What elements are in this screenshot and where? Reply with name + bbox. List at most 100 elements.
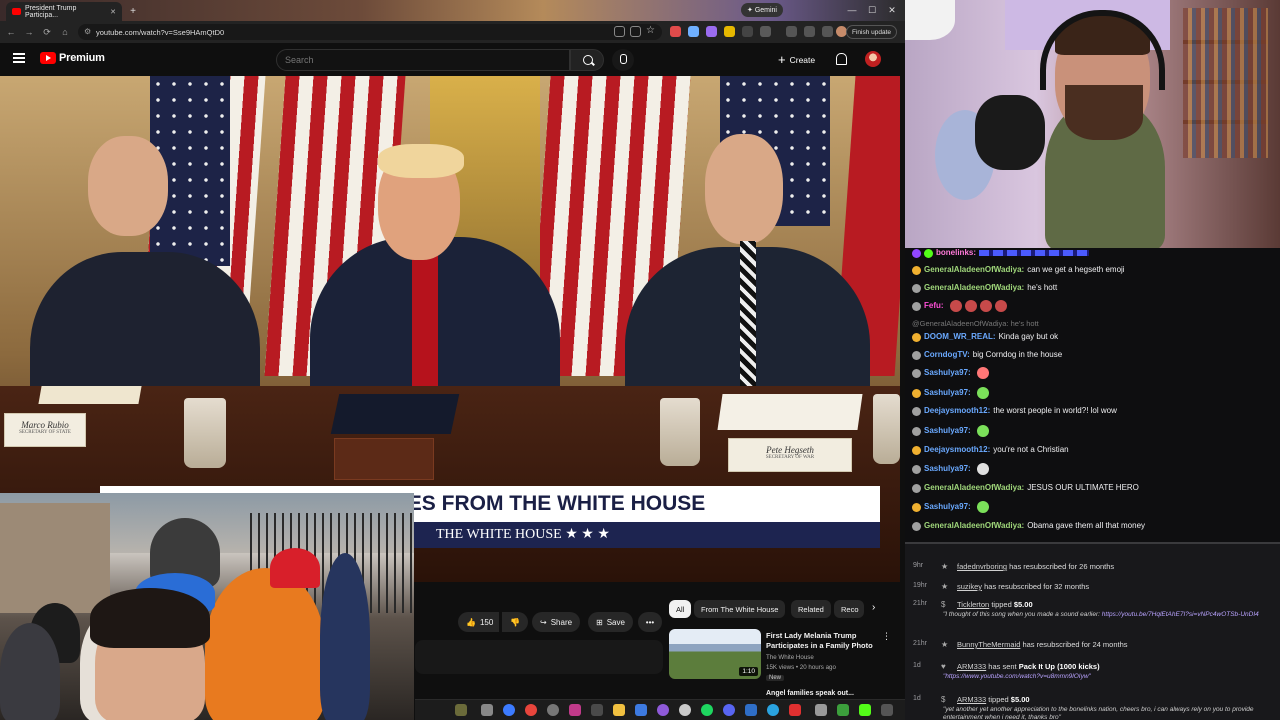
zoom-icon[interactable] xyxy=(614,26,625,37)
extensions-puzzle-icon[interactable] xyxy=(760,26,771,37)
extension-5-icon[interactable] xyxy=(742,26,753,37)
search-button[interactable] xyxy=(570,49,604,71)
chip-related[interactable]: Related xyxy=(791,600,831,618)
taskbar-app-icon[interactable] xyxy=(789,704,801,716)
kick-icon[interactable] xyxy=(859,704,871,716)
spotify-icon[interactable] xyxy=(701,704,713,716)
notifications-bell-icon[interactable] xyxy=(836,53,847,65)
chip-from-white-house[interactable]: From The White House xyxy=(694,600,786,618)
extension-3-icon[interactable] xyxy=(706,26,717,37)
alert-username[interactable]: BunnyTheMermaid xyxy=(957,640,1020,649)
taskbar-app-icon[interactable] xyxy=(503,704,515,716)
chat-username[interactable]: GeneralAladeenOfWadiya: xyxy=(924,520,1024,532)
more-actions-button[interactable]: ••• xyxy=(638,612,662,632)
downloads-icon[interactable] xyxy=(804,26,815,37)
forward-icon[interactable]: → xyxy=(22,27,36,37)
taskbar-app-icon[interactable] xyxy=(455,704,467,716)
create-button[interactable]: + Create xyxy=(778,51,815,68)
chat-username[interactable]: DOOM_WR_REAL: xyxy=(924,331,996,343)
taskbar-app-icon[interactable] xyxy=(569,704,581,716)
site-info-icon[interactable]: ⚙ xyxy=(84,27,91,36)
description-box[interactable] xyxy=(415,640,663,674)
taskbar-app-icon[interactable] xyxy=(881,704,893,716)
taskbar-app-icon[interactable] xyxy=(837,704,849,716)
alert-text: suzikey has resubscribed for 32 months xyxy=(957,582,1089,591)
chip-all[interactable]: All xyxy=(669,600,692,618)
new-tab-button[interactable]: + xyxy=(126,2,140,21)
chat-username[interactable]: Sashulya97: xyxy=(924,387,971,399)
taskbar-app-icon[interactable] xyxy=(815,704,827,716)
reload-icon[interactable]: ⟳ xyxy=(40,27,54,38)
taskbar-app-icon[interactable] xyxy=(745,704,757,716)
alert-message: "I thought of this song when you made a … xyxy=(943,611,1273,619)
voice-search-mic-icon[interactable] xyxy=(612,49,634,71)
alert-username[interactable]: ARM333 xyxy=(957,662,986,671)
save-button[interactable]: ⊞ Save xyxy=(588,612,633,632)
chat-username[interactable]: Sashulya97: xyxy=(924,425,971,437)
taskbar-app-icon[interactable] xyxy=(547,704,559,716)
taskbar-app-icon[interactable] xyxy=(635,704,647,716)
red-hat xyxy=(270,548,320,588)
alert-link[interactable]: "https://www.youtube.com/watch?v=u8mmn9l… xyxy=(943,673,1091,680)
minimize-icon[interactable]: — xyxy=(845,3,859,17)
recommendation-channel[interactable]: The White House xyxy=(766,654,814,661)
alert-username[interactable]: Ticklerton xyxy=(957,600,989,609)
chat-username[interactable]: Sashulya97: xyxy=(924,367,971,379)
chat-username[interactable]: CorndogTV: xyxy=(924,349,970,361)
tab-youtube[interactable]: President Trump Participa... ✕ xyxy=(6,2,122,21)
like-button[interactable]: 👍 150 xyxy=(458,612,500,632)
taskbar-app-icon[interactable] xyxy=(591,704,603,716)
chrome-taskbar-icon[interactable] xyxy=(525,704,537,716)
emote-icon xyxy=(976,387,989,399)
chat-username[interactable]: GeneralAladeenOfWadiya: xyxy=(924,282,1024,294)
cast-icon[interactable] xyxy=(630,26,641,37)
share-button[interactable]: ↪ Share xyxy=(532,612,581,632)
chat-message: Sashulya97: xyxy=(912,387,1272,399)
taskbar-app-icon[interactable] xyxy=(481,704,493,716)
chip-recommended[interactable]: Reco xyxy=(834,600,864,618)
recommendation-thumbnail[interactable]: 1:10 xyxy=(669,629,761,679)
home-icon[interactable]: ⌂ xyxy=(58,27,72,37)
tab-search-icon[interactable] xyxy=(822,26,833,37)
gemini-button[interactable]: ✦ Gemini xyxy=(741,3,783,17)
chat-username[interactable]: Fefu: xyxy=(924,300,944,312)
chat-username[interactable]: Deejaysmooth12: xyxy=(924,405,990,417)
close-tab-icon[interactable]: ✕ xyxy=(110,8,116,16)
maximize-icon[interactable]: ☐ xyxy=(865,3,879,17)
recommendation-title[interactable]: First Lady Melania Trump Participates in … xyxy=(766,631,884,651)
chat-username[interactable]: GeneralAladeenOfWadiya: xyxy=(924,264,1024,276)
extension-4-icon[interactable] xyxy=(724,26,735,37)
kicks-icon: ♥ xyxy=(941,662,946,671)
chat-username[interactable]: Sashulya97: xyxy=(924,501,971,513)
sidepanel-icon[interactable] xyxy=(786,26,797,37)
kebab-menu-icon[interactable]: ⋮ xyxy=(882,631,891,642)
back-icon[interactable]: ← xyxy=(4,27,18,37)
next-recommendation-title[interactable]: Angel families speak out... xyxy=(766,689,884,699)
alert-username[interactable]: suzikey xyxy=(957,582,982,591)
chat-username[interactable]: GeneralAladeenOfWadiya: xyxy=(924,482,1024,494)
search-input[interactable] xyxy=(276,49,570,71)
taskbar-app-icon[interactable] xyxy=(657,704,669,716)
papers-right xyxy=(717,394,863,430)
youtube-premium-logo[interactable]: Premium xyxy=(40,52,105,64)
bookmark-star-icon[interactable]: ☆ xyxy=(646,26,657,37)
discord-icon[interactable] xyxy=(723,704,735,716)
taskbar-app-icon[interactable] xyxy=(767,704,779,716)
file-explorer-icon[interactable] xyxy=(613,704,625,716)
extension-2-icon[interactable] xyxy=(688,26,699,37)
taskbar-app-icon[interactable] xyxy=(679,704,691,716)
alert-link[interactable]: https://youtu.be/7HqlEtAhE7I?si=vNPc4wOT… xyxy=(1102,611,1259,618)
chat-username[interactable]: Deejaysmooth12: xyxy=(924,444,990,456)
reply-context[interactable]: @GeneralAladeenOfWadiya: he's hott xyxy=(912,319,1039,328)
hamburger-menu-icon[interactable] xyxy=(13,53,25,63)
chat-username[interactable]: Sashulya97: xyxy=(924,463,971,475)
extension-1-icon[interactable] xyxy=(670,26,681,37)
alert-username[interactable]: fadednvrboring xyxy=(957,562,1007,571)
close-window-icon[interactable]: ✕ xyxy=(885,3,899,17)
alert-username[interactable]: ARM333 xyxy=(957,695,986,704)
finish-update-button[interactable]: Finish update xyxy=(845,25,897,39)
account-avatar[interactable] xyxy=(865,51,881,67)
chevron-right-icon[interactable]: › xyxy=(872,602,875,613)
dislike-button[interactable]: 👎 xyxy=(502,612,528,632)
address-bar[interactable]: ⚙ youtube.com/watch?v=Sse9HAmQtD0 xyxy=(78,24,662,40)
